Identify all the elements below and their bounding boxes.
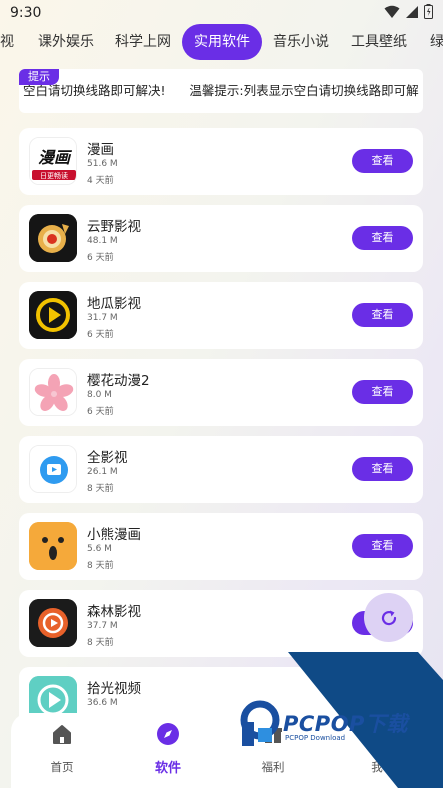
view-button[interactable]: 查看 xyxy=(352,226,413,250)
app-card[interactable]: 全影视 26.1 M 8 天前 查看 xyxy=(19,436,423,503)
view-button[interactable]: 查看 xyxy=(352,534,413,558)
app-size: 31.7 M xyxy=(87,313,118,323)
app-card[interactable]: 小熊漫画 5.6 M 8 天前 查看 xyxy=(19,513,423,580)
app-name: 云野影视 xyxy=(87,219,141,235)
refresh-icon xyxy=(381,610,396,625)
app-time: 6 天前 xyxy=(87,407,114,417)
wifi-icon xyxy=(384,5,400,18)
tab-science-net[interactable]: 科学上网 xyxy=(103,23,183,61)
notice-banner: 空白请切换线路即可解决! 温馨提示:列表显示空白请切换线路即可解 提示 xyxy=(19,69,423,113)
app-time: 4 天前 xyxy=(87,176,114,186)
notice-tag: 提示 xyxy=(19,69,59,85)
watermark-logo-icon xyxy=(240,700,280,746)
category-tabs: 视 课外娱乐 科学上网 实用软件 音乐小说 工具壁纸 绿 xyxy=(0,23,443,61)
view-button[interactable]: 查看 xyxy=(352,149,413,173)
status-time: 9:30 xyxy=(10,5,42,21)
app-time: 6 天前 xyxy=(87,330,114,340)
quan-app-icon xyxy=(29,445,77,493)
nav-software-label: 软件 xyxy=(154,761,181,776)
battery-icon xyxy=(424,4,433,19)
app-name: 全影视 xyxy=(87,450,128,466)
view-button[interactable]: 查看 xyxy=(352,303,413,327)
app-size: 5.6 M xyxy=(87,544,112,554)
app-size: 8.0 M xyxy=(87,390,112,400)
tab-entertainment[interactable]: 课外娱乐 xyxy=(26,23,106,61)
app-name: 地瓜影视 xyxy=(87,296,141,312)
app-card[interactable]: 森林影视 37.7 M 8 天前 查看 xyxy=(19,590,423,657)
digua-app-icon xyxy=(29,291,77,339)
app-name: 樱花动漫2 xyxy=(87,373,150,389)
nav-home-label: 首页 xyxy=(50,760,74,774)
app-time: 8 天前 xyxy=(87,484,114,494)
refresh-button[interactable] xyxy=(364,593,413,642)
app-size: 26.1 M xyxy=(87,467,118,477)
tab-partial-right[interactable]: 绿 xyxy=(418,23,443,61)
app-card[interactable]: 云野影视 48.1 M 6 天前 查看 xyxy=(19,205,423,272)
tab-tools-wallpaper[interactable]: 工具壁纸 xyxy=(339,23,419,61)
nav-software[interactable]: 软件 xyxy=(138,721,198,776)
nav-home[interactable]: 首页 xyxy=(32,721,92,775)
app-name: 小熊漫画 xyxy=(87,527,141,543)
tab-partial-left[interactable]: 视 xyxy=(0,23,26,61)
sakura-app-icon xyxy=(29,368,77,416)
signal-icon xyxy=(406,5,418,18)
app-name: 森林影视 xyxy=(87,604,141,620)
home-icon xyxy=(53,725,71,744)
app-size: 36.6 M xyxy=(87,698,118,708)
bear-app-icon xyxy=(29,522,77,570)
app-card[interactable]: 樱花动漫2 8.0 M 6 天前 查看 xyxy=(19,359,423,426)
app-size: 37.7 M xyxy=(87,621,118,631)
view-button[interactable]: 查看 xyxy=(352,380,413,404)
manhua-logo-sub: 日更畅读 xyxy=(40,172,68,180)
app-time: 8 天前 xyxy=(87,561,114,571)
app-size: 48.1 M xyxy=(87,236,118,246)
yunye-app-icon xyxy=(29,214,77,262)
compass-icon xyxy=(157,723,179,745)
watermark-sub: PCPOP Download xyxy=(285,734,346,742)
manhua-logo-text: 漫画 xyxy=(37,148,70,167)
tab-music-novel[interactable]: 音乐小说 xyxy=(261,23,341,61)
notice-text: 空白请切换线路即可解决! 温馨提示:列表显示空白请切换线路即可解 xyxy=(23,83,419,98)
app-name: 漫画 xyxy=(87,142,114,158)
app-time: 8 天前 xyxy=(87,638,114,648)
view-button[interactable]: 查看 xyxy=(352,457,413,481)
app-size: 51.6 M xyxy=(87,159,118,169)
manhua-app-icon: 漫画 日更畅读 xyxy=(29,137,77,185)
app-name: 拾光视频 xyxy=(87,681,141,697)
app-card[interactable]: 漫画 日更畅读 漫画 51.6 M 4 天前 查看 xyxy=(19,128,423,195)
app-card[interactable]: 地瓜影视 31.7 M 6 天前 查看 xyxy=(19,282,423,349)
status-icons xyxy=(384,4,433,19)
app-time: 6 天前 xyxy=(87,253,114,263)
forest-app-icon xyxy=(29,599,77,647)
tab-utility-software[interactable]: 实用软件 xyxy=(182,24,262,60)
